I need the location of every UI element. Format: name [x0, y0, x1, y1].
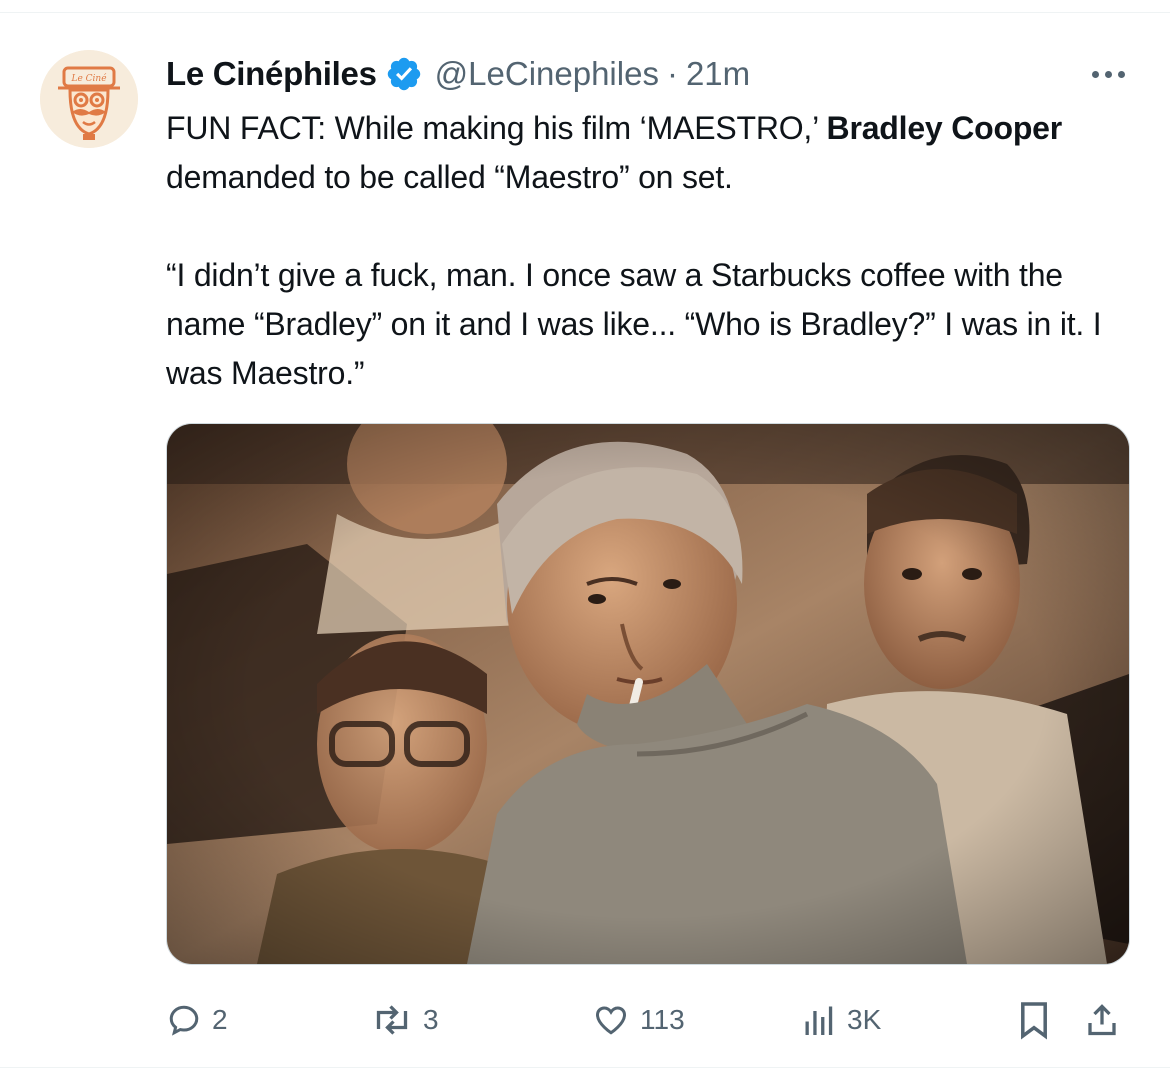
top-divider — [0, 0, 1170, 13]
tweet-text: FUN FACT: While making his film ‘MAESTRO… — [166, 104, 1116, 398]
tweet-media-image[interactable] — [166, 423, 1130, 965]
repost-button[interactable]: 3 — [371, 992, 439, 1048]
verified-badge-icon — [385, 55, 423, 93]
like-button[interactable]: 113 — [592, 992, 685, 1048]
tweet-header: Le Cinéphiles @LeCinephiles · 21m — [166, 52, 750, 96]
author-name[interactable]: Le Cinéphiles — [166, 55, 377, 93]
more-dot — [1104, 70, 1112, 78]
views-count: 3K — [847, 1004, 882, 1035]
share-icon — [1088, 1004, 1116, 1036]
timestamp[interactable]: 21m — [686, 55, 750, 93]
reply-button[interactable]: 2 — [166, 992, 228, 1048]
film-still-image — [167, 424, 1129, 964]
reply-icon — [169, 1005, 199, 1036]
bookmark-icon — [1021, 1002, 1047, 1040]
share-button[interactable] — [1084, 992, 1120, 1048]
views-button[interactable]: 3K — [801, 992, 881, 1048]
more-options-button[interactable] — [1082, 58, 1134, 90]
author-handle[interactable]: @LeCinephiles — [435, 55, 659, 93]
avatar-logo-text: Le Ciné — [70, 73, 107, 84]
avatar[interactable]: Le Ciné — [40, 50, 138, 148]
repost-count: 3 — [423, 1004, 439, 1035]
tweet-paragraph: FUN FACT: While making his film ‘MAESTRO… — [166, 104, 1116, 202]
tweet-text-part: demanded to be called “Maestro” on set. — [166, 159, 733, 195]
avatar-logo-icon: Le Ciné — [40, 50, 138, 148]
tweet-text-part: FUN FACT: While making his film ‘MAESTRO… — [166, 110, 827, 146]
more-dot — [1117, 70, 1125, 78]
tweet-text-bold: Bradley Cooper — [826, 110, 1063, 146]
heart-icon — [595, 1006, 627, 1035]
tweet-actions: 2 3 113 3K — [166, 992, 1128, 1048]
repost-icon — [376, 1005, 408, 1035]
views-chart-icon — [805, 1006, 833, 1035]
tweet-quote-paragraph: “I didn’t give a fuck, man. I once saw a… — [166, 257, 1102, 391]
reply-count: 2 — [212, 1004, 228, 1035]
more-dots-icon — [1091, 70, 1099, 78]
separator-dot: · — [666, 55, 678, 92]
like-count: 113 — [640, 1004, 685, 1035]
bottom-divider — [0, 1067, 1170, 1068]
bookmark-button[interactable] — [1018, 992, 1050, 1048]
